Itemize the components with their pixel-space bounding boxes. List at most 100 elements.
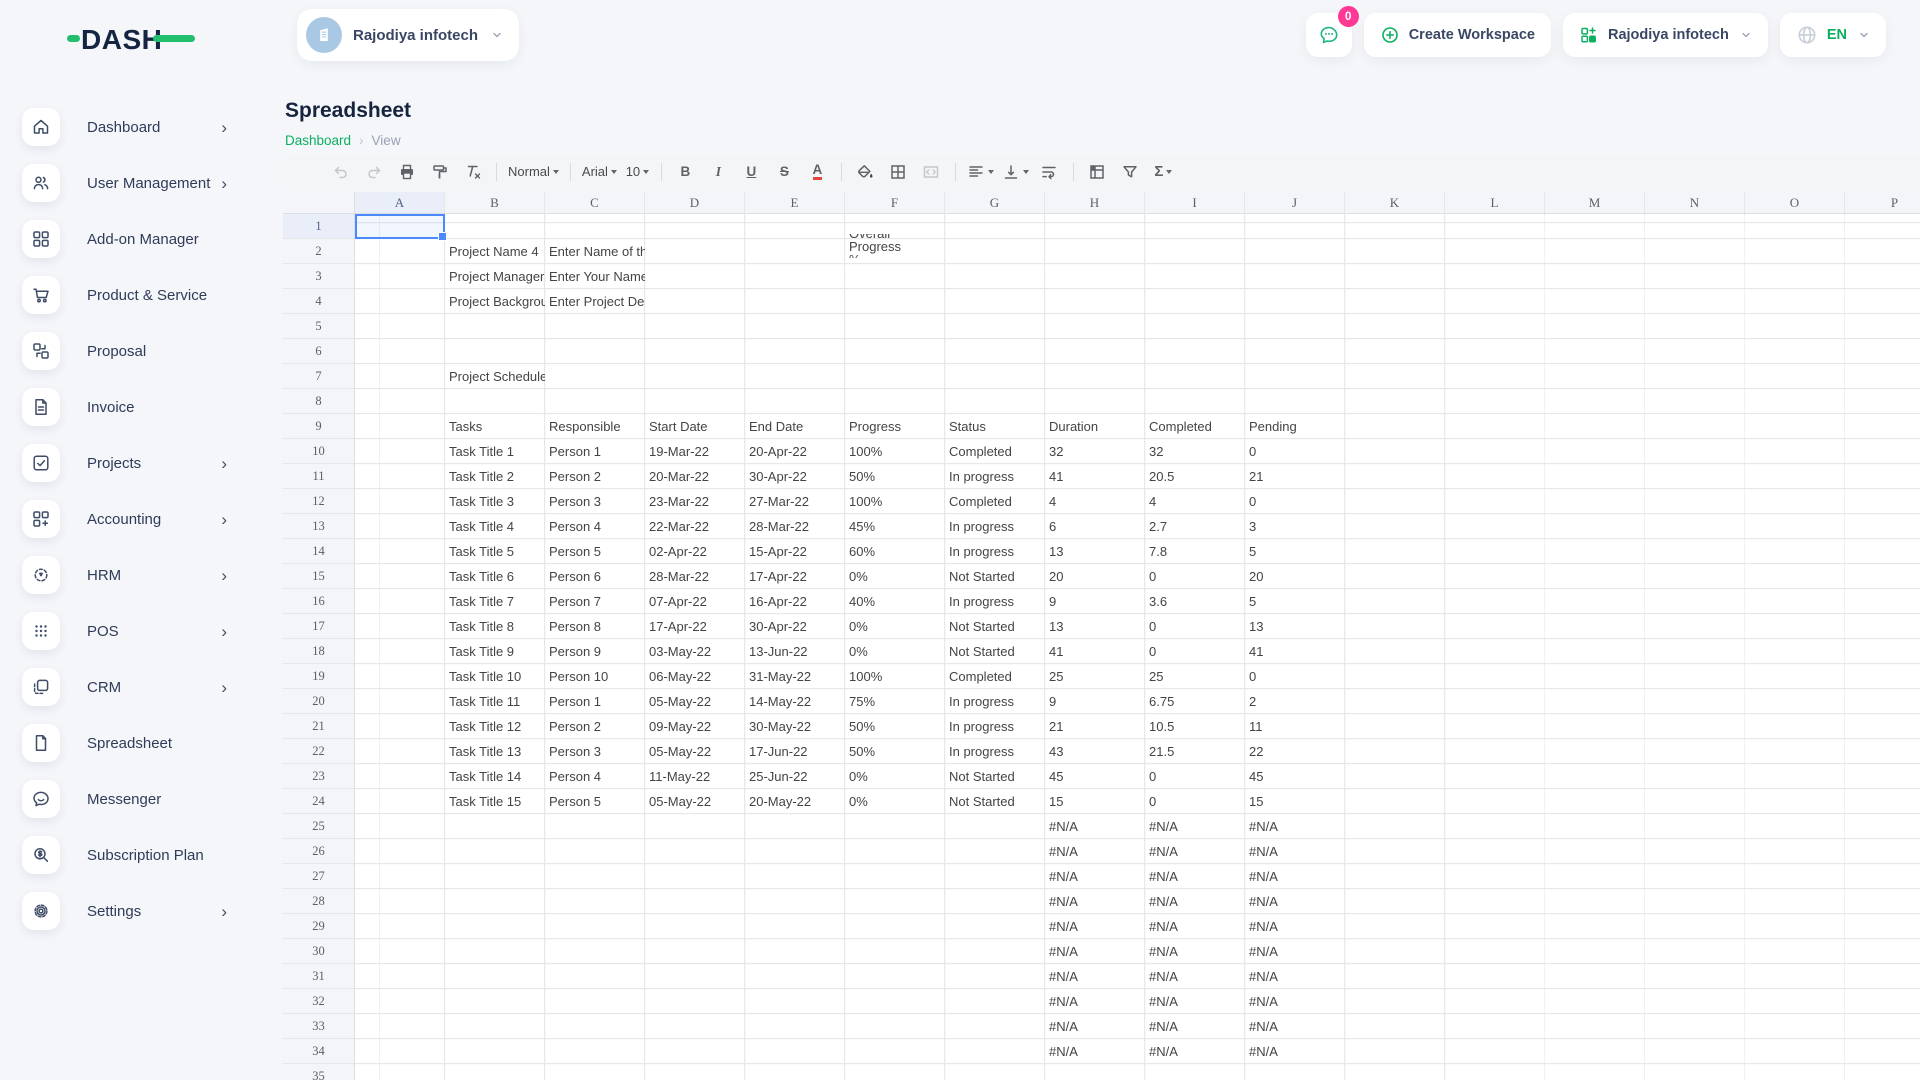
cell-I33[interactable]: #N/A xyxy=(1145,1014,1245,1039)
cell-G9[interactable]: Status xyxy=(945,414,1045,439)
cell-H31[interactable]: #N/A xyxy=(1045,964,1145,989)
cell-H12[interactable]: 4 xyxy=(1045,489,1145,514)
row-header-7[interactable]: 7 xyxy=(283,364,354,389)
cell-F14[interactable]: 60% xyxy=(845,539,945,564)
cell-C21[interactable]: Person 2 xyxy=(545,714,645,739)
cell-F23[interactable]: 0% xyxy=(845,764,945,789)
strikethrough-button[interactable]: S xyxy=(769,159,800,184)
cell-G21[interactable]: In progress xyxy=(945,714,1045,739)
language-selector[interactable]: EN xyxy=(1780,13,1886,57)
cell-H30[interactable]: #N/A xyxy=(1045,939,1145,964)
cell-F17[interactable]: 0% xyxy=(845,614,945,639)
column-header-I[interactable]: I xyxy=(1145,192,1245,213)
cell-C14[interactable]: Person 5 xyxy=(545,539,645,564)
cell-J20[interactable]: 2 xyxy=(1245,689,1345,714)
cell-C20[interactable]: Person 1 xyxy=(545,689,645,714)
cell-F2[interactable]: OverallProgress% xyxy=(845,234,945,258)
cell-H21[interactable]: 21 xyxy=(1045,714,1145,739)
cell-B21[interactable]: Task Title 12 xyxy=(445,714,545,739)
cell-D11[interactable]: 20-Mar-22 xyxy=(645,464,745,489)
cell-C13[interactable]: Person 4 xyxy=(545,514,645,539)
cell-I30[interactable]: #N/A xyxy=(1145,939,1245,964)
cell-I15[interactable]: 0 xyxy=(1145,564,1245,589)
cell-B14[interactable]: Task Title 5 xyxy=(445,539,545,564)
cell-H32[interactable]: #N/A xyxy=(1045,989,1145,1014)
row-header-16[interactable]: 16 xyxy=(283,589,354,614)
cell-I34[interactable]: #N/A xyxy=(1145,1039,1245,1064)
text-wrap-button[interactable] xyxy=(1034,159,1065,184)
cell-H23[interactable]: 45 xyxy=(1045,764,1145,789)
column-header-P[interactable]: P xyxy=(1845,192,1920,213)
cell-D12[interactable]: 23-Mar-22 xyxy=(645,489,745,514)
cell-F16[interactable]: 40% xyxy=(845,589,945,614)
cell-C2[interactable]: Enter Name of the Project xyxy=(545,239,645,264)
font-select[interactable]: Arial xyxy=(579,159,620,184)
cell-J18[interactable]: 41 xyxy=(1245,639,1345,664)
cell-J27[interactable]: #N/A xyxy=(1245,864,1345,889)
row-header-10[interactable]: 10 xyxy=(283,439,354,464)
cell-F13[interactable]: 45% xyxy=(845,514,945,539)
cell-E14[interactable]: 15-Apr-22 xyxy=(745,539,845,564)
cell-H34[interactable]: #N/A xyxy=(1045,1039,1145,1064)
text-color-button[interactable]: A xyxy=(802,159,833,184)
cell-E19[interactable]: 31-May-22 xyxy=(745,664,845,689)
row-header-21[interactable]: 21 xyxy=(283,714,354,739)
cell-D14[interactable]: 02-Apr-22 xyxy=(645,539,745,564)
row-header-1[interactable]: 1 xyxy=(283,214,354,239)
cell-J28[interactable]: #N/A xyxy=(1245,889,1345,914)
cell-B9[interactable]: Tasks xyxy=(445,414,545,439)
create-workspace-button[interactable]: Create Workspace xyxy=(1364,13,1551,57)
column-header-H[interactable]: H xyxy=(1045,192,1145,213)
row-header-18[interactable]: 18 xyxy=(283,639,354,664)
cells-area[interactable]: Project Name 4Enter Name of the ProjectP… xyxy=(355,214,1920,1080)
row-header-26[interactable]: 26 xyxy=(283,839,354,864)
cell-H29[interactable]: #N/A xyxy=(1045,914,1145,939)
column-header-L[interactable]: L xyxy=(1445,192,1545,213)
cell-H13[interactable]: 6 xyxy=(1045,514,1145,539)
cell-D24[interactable]: 05-May-22 xyxy=(645,789,745,814)
row-header-2[interactable]: 2 xyxy=(283,239,354,264)
cell-F18[interactable]: 0% xyxy=(845,639,945,664)
cell-J24[interactable]: 15 xyxy=(1245,789,1345,814)
cell-G22[interactable]: In progress xyxy=(945,739,1045,764)
cell-J13[interactable]: 3 xyxy=(1245,514,1345,539)
cell-I12[interactable]: 4 xyxy=(1145,489,1245,514)
cell-I17[interactable]: 0 xyxy=(1145,614,1245,639)
cell-G10[interactable]: Completed xyxy=(945,439,1045,464)
cell-J32[interactable]: #N/A xyxy=(1245,989,1345,1014)
sidebar-item-accounting[interactable]: Accounting› xyxy=(0,491,283,547)
fill-handle[interactable] xyxy=(438,232,447,241)
cell-J26[interactable]: #N/A xyxy=(1245,839,1345,864)
cell-G15[interactable]: Not Started xyxy=(945,564,1045,589)
sidebar-item-crm[interactable]: CRM› xyxy=(0,659,283,715)
cell-B12[interactable]: Task Title 3 xyxy=(445,489,545,514)
cell-G14[interactable]: In progress xyxy=(945,539,1045,564)
sidebar-item-add-on-manager[interactable]: Add-on Manager xyxy=(0,211,283,267)
cell-C4[interactable]: Enter Project Description xyxy=(545,289,645,314)
cell-I23[interactable]: 0 xyxy=(1145,764,1245,789)
cell-J30[interactable]: #N/A xyxy=(1245,939,1345,964)
cell-E24[interactable]: 20-May-22 xyxy=(745,789,845,814)
vertical-align-button[interactable] xyxy=(999,159,1032,184)
cell-F12[interactable]: 100% xyxy=(845,489,945,514)
undo-button[interactable] xyxy=(325,159,356,184)
selected-cell-A1[interactable] xyxy=(355,214,445,239)
cell-F9[interactable]: Progress xyxy=(845,414,945,439)
sidebar-item-proposal[interactable]: Proposal xyxy=(0,323,283,379)
row-header-22[interactable]: 22 xyxy=(283,739,354,764)
cell-J9[interactable]: Pending xyxy=(1245,414,1345,439)
cell-B18[interactable]: Task Title 9 xyxy=(445,639,545,664)
row-header-25[interactable]: 25 xyxy=(283,814,354,839)
cell-I25[interactable]: #N/A xyxy=(1145,814,1245,839)
cell-D16[interactable]: 07-Apr-22 xyxy=(645,589,745,614)
row-header-5[interactable]: 5 xyxy=(283,314,354,339)
column-header-D[interactable]: D xyxy=(645,192,745,213)
column-header-B[interactable]: B xyxy=(445,192,545,213)
cell-G11[interactable]: In progress xyxy=(945,464,1045,489)
row-header-11[interactable]: 11 xyxy=(283,464,354,489)
cell-D10[interactable]: 19-Mar-22 xyxy=(645,439,745,464)
cell-J23[interactable]: 45 xyxy=(1245,764,1345,789)
cell-H18[interactable]: 41 xyxy=(1045,639,1145,664)
row-header-34[interactable]: 34 xyxy=(283,1039,354,1064)
sidebar-item-invoice[interactable]: Invoice xyxy=(0,379,283,435)
